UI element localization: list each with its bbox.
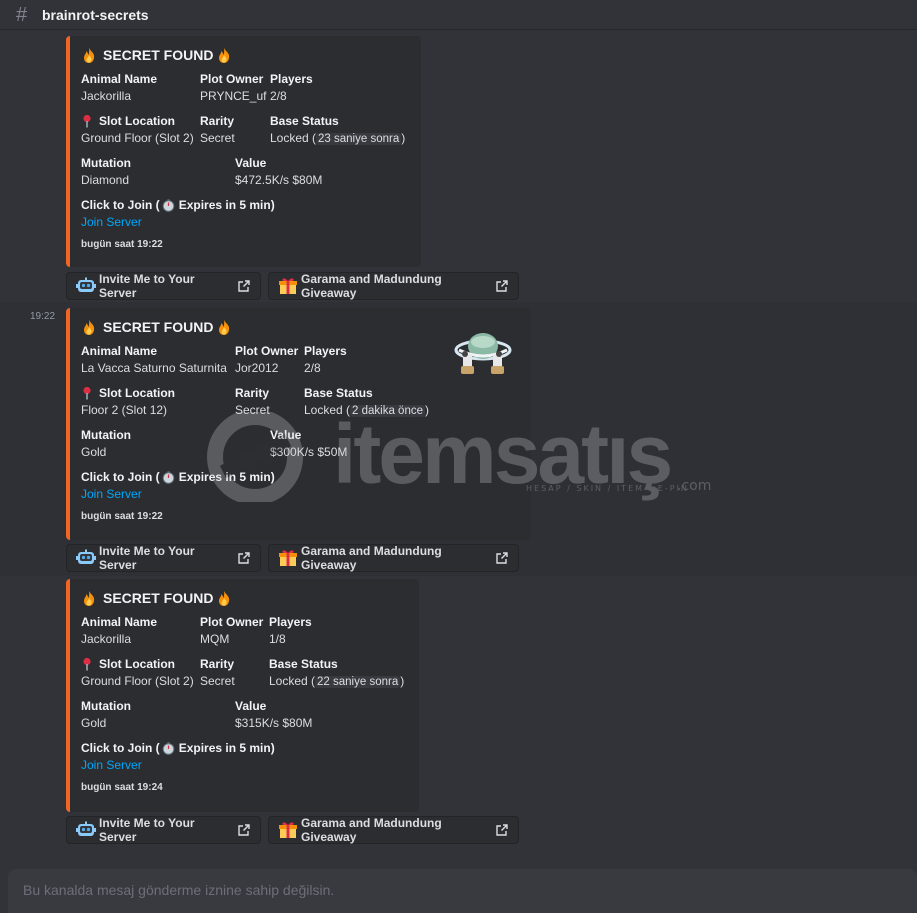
action-buttons: Invite Me to Your Server Garama and Madu… [66, 272, 519, 300]
embed-footer: bugün saat 19:22 [81, 239, 163, 250]
action-buttons: Invite Me to Your Server Garama and Madu… [66, 816, 519, 844]
join-server-link[interactable]: Join Server [81, 756, 405, 774]
external-link-icon [495, 823, 509, 837]
saturn-cow-thumbnail [453, 328, 513, 382]
join-server-link[interactable]: Join Server [81, 485, 517, 503]
stopwatch-icon [162, 198, 175, 212]
giveaway-button[interactable]: Garama and Madundung Giveaway [268, 816, 519, 844]
fire-icon [81, 318, 97, 336]
invite-button[interactable]: Invite Me to Your Server [66, 816, 261, 844]
message: 19:22 SECRET FOUND Animal Name La Vacca S… [0, 302, 917, 576]
giveaway-button[interactable]: Garama and Madundung Giveaway [268, 544, 519, 572]
join-label: Click to Join (Expires in 5 min) [81, 470, 275, 484]
external-link-icon [237, 551, 251, 565]
message: SECRET FOUND Animal Name Jackorilla Plot … [0, 30, 917, 302]
embed: SECRET FOUND Animal Name Jackorilla Plot … [66, 36, 421, 267]
message: SECRET FOUND Animal Name Jackorilla Plot … [0, 576, 917, 848]
pin-icon [81, 386, 93, 400]
external-link-icon [495, 279, 509, 293]
external-link-icon [237, 279, 251, 293]
composer-placeholder: Bu kanalda mesaj gönderme iznine sahip d… [23, 882, 335, 898]
invite-button[interactable]: Invite Me to Your Server [66, 272, 261, 300]
stopwatch-icon [162, 470, 175, 484]
embed: SECRET FOUND Animal Name La Vacca Saturno… [66, 308, 531, 540]
embed-title: SECRET FOUND [81, 46, 407, 64]
message-timestamp: 19:22 [30, 311, 56, 322]
invite-button[interactable]: Invite Me to Your Server [66, 544, 261, 572]
embed-footer: bugün saat 19:24 [81, 782, 163, 793]
robot-icon [76, 549, 96, 567]
fire-icon [81, 46, 97, 64]
fire-icon [216, 589, 232, 607]
hashtag-icon: # [16, 3, 28, 26]
base-status-value: Locked (2 dakika önce) [304, 403, 429, 417]
embed-footer: bugün saat 19:22 [81, 511, 163, 522]
external-link-icon [237, 823, 251, 837]
robot-icon [76, 821, 96, 839]
channel-header: # brainrot-secrets [0, 0, 917, 30]
giveaway-button[interactable]: Garama and Madundung Giveaway [268, 272, 519, 300]
join-label: Click to Join (Expires in 5 min) [81, 198, 275, 212]
fire-icon [81, 589, 97, 607]
join-server-link[interactable]: Join Server [81, 213, 407, 231]
gift-icon [278, 549, 298, 567]
robot-icon [76, 277, 96, 295]
pin-icon [81, 657, 93, 671]
message-composer: Bu kanalda mesaj gönderme iznine sahip d… [8, 869, 917, 913]
fire-icon [216, 318, 232, 336]
base-status-value: Locked (23 saniye sonra) [270, 131, 406, 145]
embed: SECRET FOUND Animal Name Jackorilla Plot … [66, 579, 419, 812]
channel-name: brainrot-secrets [42, 6, 149, 23]
fire-icon [216, 46, 232, 64]
external-link-icon [495, 551, 509, 565]
gift-icon [278, 277, 298, 295]
gift-icon [278, 821, 298, 839]
join-label: Click to Join (Expires in 5 min) [81, 741, 275, 755]
pin-icon [81, 114, 93, 128]
base-status-value: Locked (22 saniye sonra) [269, 674, 405, 688]
action-buttons: Invite Me to Your Server Garama and Madu… [66, 544, 519, 572]
embed-title: SECRET FOUND [81, 318, 517, 336]
stopwatch-icon [162, 741, 175, 755]
embed-title: SECRET FOUND [81, 589, 405, 607]
